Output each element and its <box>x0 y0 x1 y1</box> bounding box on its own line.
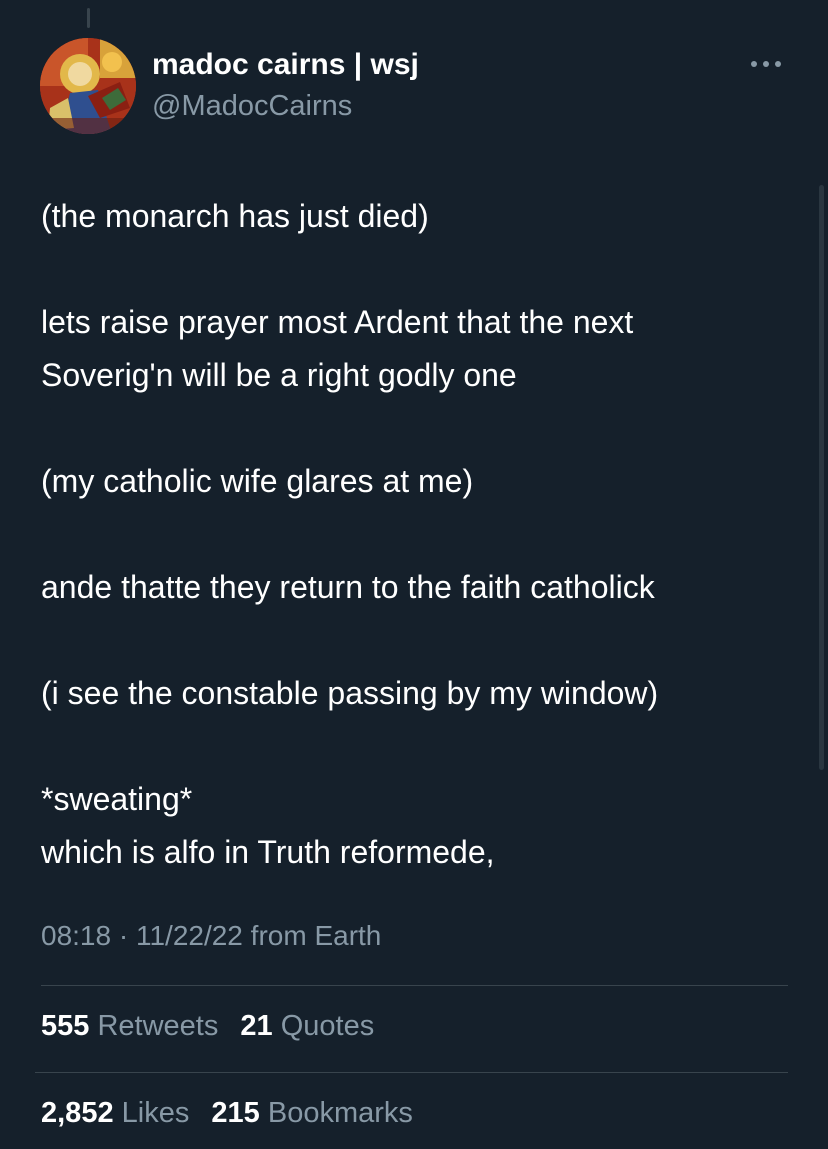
more-horizontal-icon <box>751 61 781 67</box>
bookmarks-count: 215 <box>211 1097 260 1129</box>
tweet-date[interactable]: 11/22/22 <box>136 920 243 951</box>
divider <box>41 985 788 986</box>
tweet-metadata: 08:18 · 11/22/22 from Earth <box>41 920 381 952</box>
engagement-stats-row-1: 555 Retweets 21 Quotes <box>41 1010 388 1043</box>
tweet-time[interactable]: 08:18 <box>41 920 111 951</box>
author-display-name[interactable]: madoc cairns | wsj <box>152 48 419 82</box>
bookmarks-stat[interactable]: 215 Bookmarks <box>211 1097 413 1130</box>
quotes-count: 21 <box>240 1010 273 1042</box>
tweet-line: Soverig'n will be a right godly one <box>41 357 517 393</box>
tweet-line: which is alfo in Truth reformede, <box>41 834 495 870</box>
author-handle[interactable]: @MadocCairns <box>152 90 352 123</box>
meta-separator: · <box>118 920 129 951</box>
tweet-line: (i see the constable passing by my windo… <box>41 675 659 711</box>
scrollbar[interactable] <box>819 185 824 770</box>
quotes-label: Quotes <box>280 1010 375 1042</box>
tweet-source: from Earth <box>250 920 382 951</box>
quotes-stat[interactable]: 21 Quotes <box>240 1010 374 1043</box>
likes-count: 2,852 <box>41 1097 114 1129</box>
tweet-line: lets raise prayer most Ardent that the n… <box>41 304 634 340</box>
tweet-line: (the monarch has just died) <box>41 198 429 234</box>
tweet-text: (the monarch has just died) lets raise p… <box>41 190 791 879</box>
likes-label: Likes <box>121 1097 190 1129</box>
avatar-painting-icon <box>40 38 136 134</box>
retweets-stat[interactable]: 555 Retweets <box>41 1010 218 1043</box>
tweet-line: ande thatte they return to the faith cat… <box>41 569 655 605</box>
divider <box>35 1072 788 1073</box>
more-options-button[interactable] <box>748 52 784 76</box>
engagement-stats-row-2: 2,852 Likes 215 Bookmarks <box>41 1097 427 1130</box>
tweet-header: madoc cairns | wsj @MadocCairns <box>40 38 788 138</box>
avatar[interactable] <box>40 38 136 134</box>
retweets-label: Retweets <box>97 1010 219 1042</box>
tweet-line: (my catholic wife glares at me) <box>41 463 474 499</box>
thread-connector-line <box>87 8 90 28</box>
bookmarks-label: Bookmarks <box>267 1097 413 1129</box>
likes-stat[interactable]: 2,852 Likes <box>41 1097 189 1130</box>
retweets-count: 555 <box>41 1010 90 1042</box>
tweet-line: *sweating* <box>41 781 193 817</box>
